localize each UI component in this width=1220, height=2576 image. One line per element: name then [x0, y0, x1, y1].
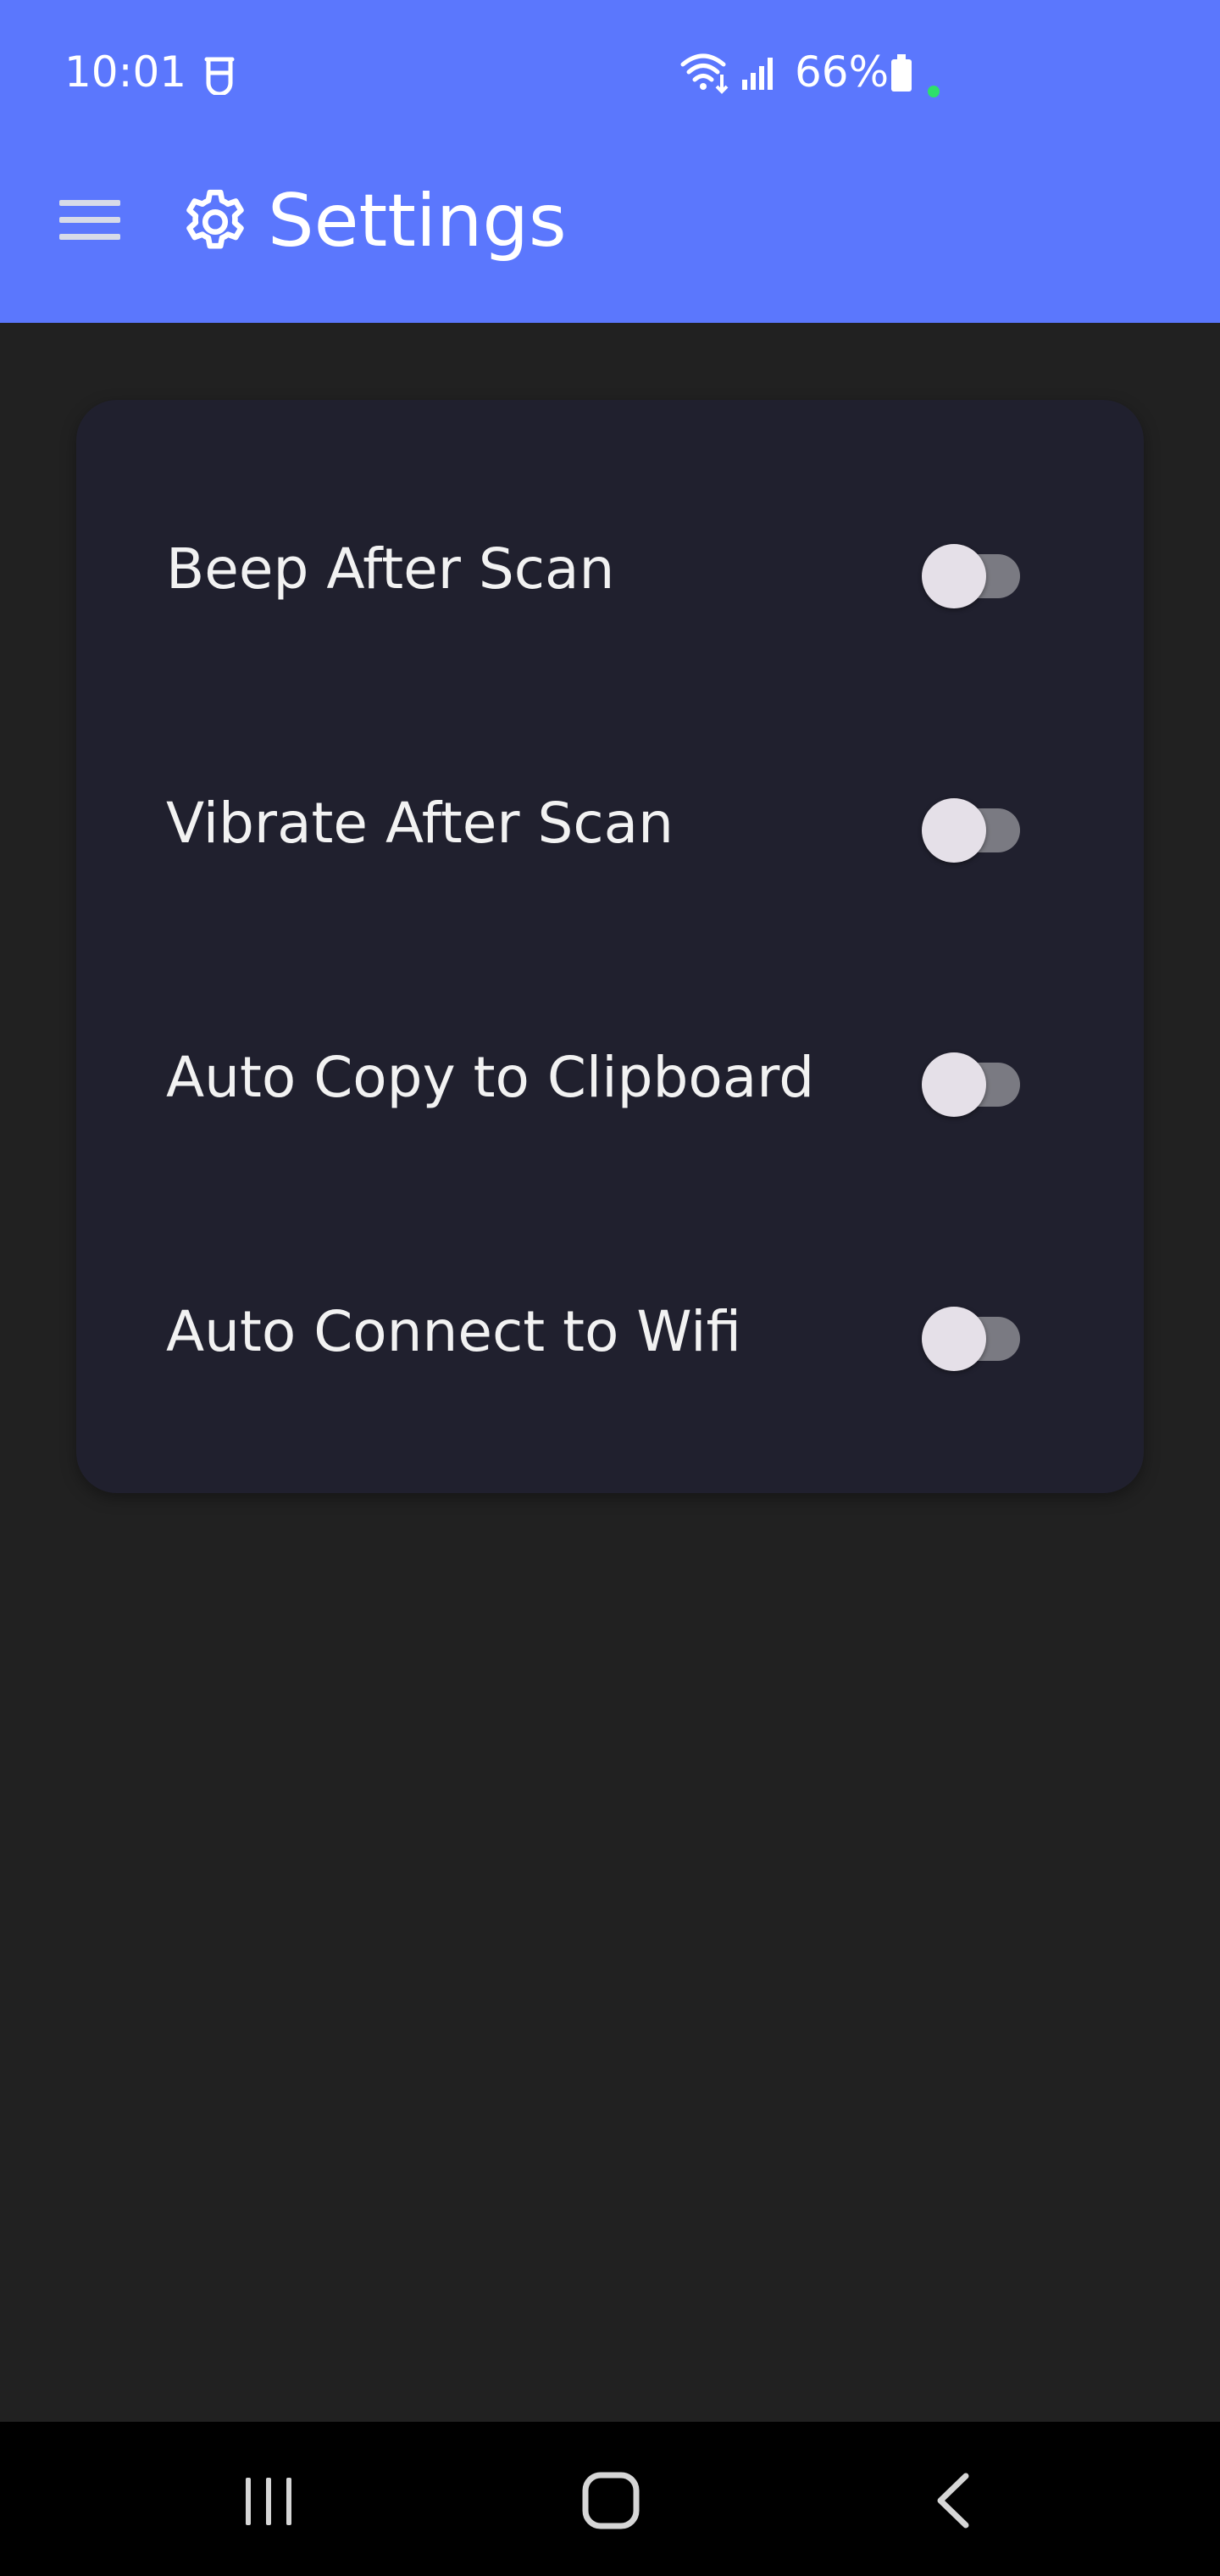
toggle-thumb [922, 1052, 986, 1117]
privacy-indicator-dot [928, 86, 940, 97]
setting-row-beep-after-scan[interactable]: Beep After Scan [76, 500, 1144, 627]
hamburger-menu-button[interactable] [51, 188, 127, 253]
auto-connect-to-wifi-toggle[interactable] [915, 1295, 1042, 1371]
setting-label: Beep After Scan [166, 536, 615, 602]
status-bar: 10:01 66% [0, 0, 1220, 144]
wifi-icon [679, 51, 734, 95]
beep-after-scan-toggle[interactable] [915, 532, 1042, 608]
auto-copy-to-clipboard-toggle[interactable] [915, 1041, 1042, 1117]
setting-label: Vibrate After Scan [166, 791, 674, 856]
vibrate-after-scan-toggle[interactable] [915, 786, 1042, 863]
setting-label: Auto Connect to Wifi [166, 1299, 742, 1364]
notification-app-icon [200, 53, 239, 97]
status-time: 10:01 [64, 47, 187, 97]
page-title: Settings [268, 179, 567, 264]
home-icon[interactable] [581, 2471, 640, 2530]
toggle-thumb [922, 798, 986, 863]
setting-row-vibrate-after-scan[interactable]: Vibrate After Scan [76, 754, 1144, 881]
gear-icon [178, 185, 252, 259]
setting-row-auto-connect-to-wifi[interactable]: Auto Connect to Wifi [76, 1263, 1144, 1390]
setting-label: Auto Copy to Clipboard [166, 1045, 815, 1110]
system-navigation-bar [0, 2422, 1220, 2576]
hamburger-menu-icon [59, 200, 120, 240]
toggle-thumb [922, 1307, 986, 1371]
setting-row-auto-copy-to-clipboard[interactable]: Auto Copy to Clipboard [76, 1008, 1144, 1135]
app-header: 10:01 66% Settings [0, 0, 1220, 323]
battery-icon [890, 53, 913, 93]
battery-percent: 66% [795, 47, 890, 97]
recents-icon[interactable] [239, 2474, 298, 2529]
settings-card: Beep After Scan Vibrate After Scan Auto … [76, 400, 1144, 1493]
toggle-thumb [922, 544, 986, 608]
back-icon[interactable] [929, 2471, 976, 2530]
signal-icon [740, 51, 779, 92]
